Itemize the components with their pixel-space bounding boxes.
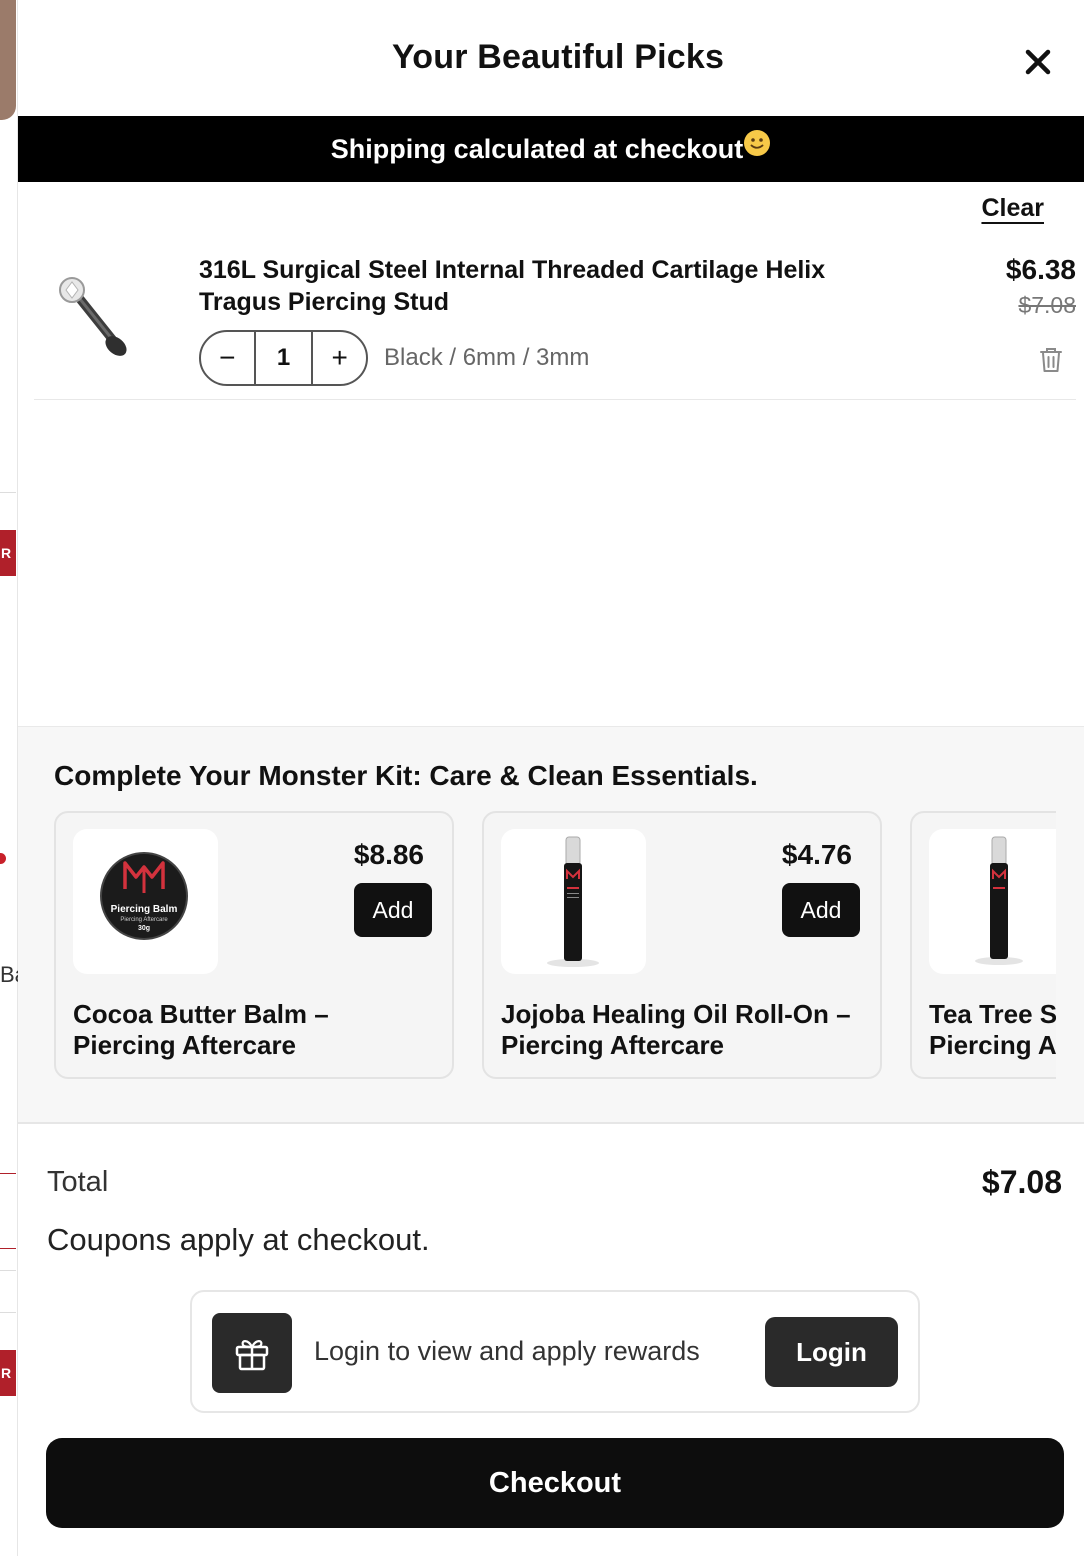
clear-cart-link[interactable]: Clear [981,194,1044,223]
checkout-button[interactable]: Checkout [46,1438,1064,1528]
cart-header: Your Beautiful Picks [18,0,1084,116]
shipping-banner-text: Shipping calculated at checkout [330,134,744,164]
product-label-weight: 30g [138,925,150,932]
upsell-card[interactable]: Piercing Balm Piercing Aftercare 30g $8.… [54,811,454,1079]
upsell-title: Complete Your Monster Kit: Care & Clean … [54,760,758,791]
background-divider [0,492,16,493]
decrement-button[interactable]: − [201,332,254,384]
login-button[interactable]: Login [765,1317,898,1387]
cart-line-item: 316L Surgical Steel Internal Threaded Ca… [34,232,1076,400]
trash-icon[interactable] [1038,346,1064,374]
upsell-name-line: Piercing A [929,1030,1056,1060]
total-label: Total [47,1166,109,1198]
product-label-text: Piercing Balm [111,904,178,915]
upsell-price: $8.86 [353,839,424,870]
background-divider [0,1248,16,1249]
upsell-name-line: Tea Tree S [929,999,1056,1029]
add-to-cart-button[interactable]: Add [782,883,860,937]
upsell-card[interactable]: $4.76 Add Jojoba Healing Oil Roll-On – P… [482,811,882,1079]
background-sale-tag: R [0,530,16,576]
add-to-cart-button[interactable]: Add [354,883,432,937]
upsell-card[interactable]: Tea Tree S Piercing A [910,811,1056,1079]
cart-drawer: Your Beautiful Picks Shipping calculated… [18,0,1084,1556]
upsell-product-image[interactable] [929,829,1056,974]
cart-title: Your Beautiful Picks [391,38,725,76]
close-icon[interactable] [1022,46,1054,78]
background-image [0,0,16,120]
product-image[interactable] [46,260,146,370]
quantity-input[interactable]: 1 [253,332,314,384]
upsell-product-name[interactable]: Tea Tree S Piercing A [929,999,1056,1061]
upsell-product-image[interactable] [501,829,646,974]
rewards-text: Login to view and apply rewards [314,1336,700,1366]
upsell-price: $4.76 [781,839,852,870]
rewards-panel: Login to view and apply rewards Login [190,1290,920,1413]
background-badge-dot [0,853,6,864]
total-value: $7.08 [981,1164,1062,1200]
product-name[interactable]: 316L Surgical Steel Internal Threaded Ca… [199,254,899,318]
upsell-product-image[interactable]: Piercing Balm Piercing Aftercare 30g [73,829,218,974]
original-price: $7.08 [1018,292,1076,318]
product-label-subtext: Piercing Aftercare [120,917,168,923]
upsell-section: Complete Your Monster Kit: Care & Clean … [18,726,1084,1124]
upsell-product-name[interactable]: Jojoba Healing Oil Roll-On – Piercing Af… [501,999,861,1061]
quantity-stepper: − 1 + [199,330,368,386]
increment-button[interactable]: + [313,332,366,384]
coupon-note: Coupons apply at checkout. [47,1222,430,1257]
smile-emoji-icon [743,115,771,181]
background-divider [0,1312,16,1313]
background-sale-tag: R [0,1350,16,1396]
background-divider [0,1270,16,1271]
sale-price: $6.38 [1005,254,1076,285]
background-divider [0,1173,16,1174]
product-variant: Black / 6mm / 3mm [384,344,590,371]
shipping-banner: Shipping calculated at checkout [18,116,1084,182]
upsell-carousel-overflow: Tea Tree S Piercing A [910,811,1056,1079]
background-page: R Ba R [0,0,27,1556]
upsell-product-name[interactable]: Cocoa Butter Balm – Piercing Aftercare [73,999,433,1061]
gift-icon [212,1313,292,1393]
